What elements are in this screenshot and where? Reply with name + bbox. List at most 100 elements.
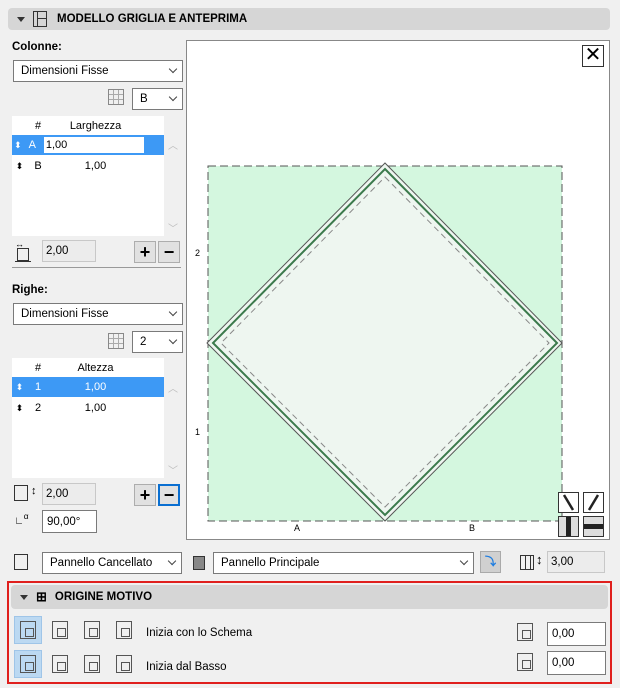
scroll-down-icon[interactable]: ﹀: [168, 462, 178, 477]
origin-mid-low-icon: [52, 655, 68, 673]
drag-handle-icon[interactable]: ⬍: [12, 403, 27, 414]
collapse-triangle-icon[interactable]: [17, 16, 25, 22]
total-width-field: 2,00: [42, 240, 96, 262]
add-row-button[interactable]: +: [134, 484, 156, 506]
scroll-up-icon[interactable]: ︿: [168, 380, 178, 395]
rows-count-value: 2: [140, 336, 147, 348]
divider: [12, 267, 181, 268]
origin-section: ⊞ ORIGINE MOTIVO Inizia con lo Schema In…: [7, 581, 612, 684]
table-row[interactable]: ⬍ B 1,00: [12, 156, 164, 176]
chevron-down-icon: [168, 335, 178, 345]
width-input[interactable]: 1,00: [42, 136, 145, 154]
preview-drawing: [206, 162, 563, 522]
origin-top-button[interactable]: [110, 650, 138, 678]
remove-column-button[interactable]: −: [158, 241, 180, 263]
row-id: 1: [34, 381, 42, 393]
origin-left-icon: [20, 621, 36, 639]
scroll-up-icon[interactable]: ︿: [168, 137, 178, 152]
x-offset-input[interactable]: 0,00: [547, 622, 606, 646]
columns-mode-select[interactable]: Dimensioni Fisse: [13, 60, 183, 82]
origin-center-left-icon: [52, 621, 68, 639]
start-with-pattern-buttons: [14, 616, 138, 644]
header-width: Larghezza: [69, 120, 122, 132]
origin-right-icon: [116, 621, 132, 639]
table-header: # Altezza: [12, 358, 164, 378]
row-label: 1: [195, 427, 201, 437]
table-header: # Larghezza: [12, 116, 164, 136]
drag-handle-icon[interactable]: ⬍: [12, 382, 27, 393]
chevron-down-icon: [168, 92, 178, 102]
origin-center-left-button[interactable]: [46, 616, 74, 644]
collapse-triangle-icon[interactable]: [20, 594, 28, 600]
total-height-icon: ↕: [14, 485, 37, 501]
drag-handle-icon[interactable]: ⬍: [12, 140, 24, 151]
columns-table: # Larghezza ⬍ A 1,00 ⬍ B 1,00: [12, 116, 164, 236]
columns-mode-value: Dimensioni Fisse: [21, 65, 109, 77]
close-preview-icon[interactable]: ✕: [582, 45, 604, 67]
total-height-field: 2,00: [42, 483, 96, 505]
table-row[interactable]: ⬍ 2 1,00: [12, 398, 164, 418]
grid-preview: ✕ 2 1 A B: [186, 40, 610, 540]
backslash-pattern-icon[interactable]: [558, 492, 579, 513]
row-value: 1,00: [84, 160, 107, 172]
columns-grid-icon: [108, 89, 124, 105]
grid-template-icon: [33, 11, 47, 27]
row-id: A: [28, 139, 36, 151]
scroll-down-icon[interactable]: ﹀: [168, 220, 178, 235]
slash-pattern-icon[interactable]: [583, 492, 604, 513]
panel-height-icon: [520, 555, 534, 570]
row-label: 2: [195, 248, 201, 258]
section-header-origin[interactable]: ⊞ ORIGINE MOTIVO: [11, 585, 608, 609]
columns-count-select[interactable]: B: [132, 88, 183, 110]
columns-count-value: B: [140, 93, 148, 105]
start-from-bottom-label: Inizia dal Basso: [146, 661, 227, 673]
header-height: Altezza: [77, 362, 114, 374]
row-value: 1,00: [84, 402, 107, 414]
origin-move-icon: ⊞: [36, 589, 47, 604]
y-offset-input[interactable]: 0,00: [547, 651, 606, 675]
horizontal-pattern-icon[interactable]: [583, 516, 604, 537]
header-hash: #: [34, 120, 42, 132]
remove-row-button[interactable]: −: [158, 484, 180, 506]
chevron-down-icon: [168, 64, 178, 74]
x-offset-icon: [517, 623, 533, 641]
table-row[interactable]: ⬍ 1 1,00: [12, 377, 164, 397]
origin-left-button[interactable]: [14, 616, 42, 644]
row-id: 2: [34, 402, 42, 414]
row-value: 1,00: [84, 381, 107, 393]
total-width-icon: ↔: [15, 240, 31, 262]
rows-grid-icon: [108, 333, 124, 349]
panel-type-select[interactable]: Pannello Cancellato: [42, 552, 182, 574]
start-from-bottom-buttons: [14, 650, 138, 678]
vertical-pattern-icon[interactable]: [558, 516, 579, 537]
origin-mid-button[interactable]: [78, 650, 106, 678]
start-with-pattern-label: Inizia con lo Schema: [146, 627, 253, 639]
origin-center-button[interactable]: [78, 616, 106, 644]
origin-mid-icon: [84, 655, 100, 673]
vertical-arrow-icon: ↕: [536, 552, 543, 567]
origin-bottom-button[interactable]: [14, 650, 42, 678]
panel-main-value: Pannello Principale: [221, 557, 320, 569]
rows-table: # Altezza ⬍ 1 1,00 ⬍ 2 1,00: [12, 358, 164, 478]
panel-type-value: Pannello Cancellato: [50, 557, 153, 569]
panel-icon: [14, 554, 28, 570]
header-hash: #: [34, 362, 42, 374]
rows-count-select[interactable]: 2: [132, 331, 183, 353]
columns-label: Colonne:: [12, 41, 62, 53]
section-title: ORIGINE MOTIVO: [54, 591, 153, 603]
section-title: MODELLO GRIGLIA E ANTEPRIMA: [57, 13, 248, 25]
add-column-button[interactable]: +: [134, 241, 156, 263]
y-offset-icon: [517, 653, 533, 671]
drag-handle-icon[interactable]: ⬍: [12, 161, 27, 172]
table-row[interactable]: ⬍ A 1,00: [12, 135, 164, 155]
rows-mode-select[interactable]: Dimensioni Fisse: [13, 303, 183, 325]
origin-mid-low-button[interactable]: [46, 650, 74, 678]
section-header-grid-model[interactable]: MODELLO GRIGLIA E ANTEPRIMA: [8, 8, 610, 30]
rows-label: Righe:: [12, 284, 48, 296]
origin-top-icon: [116, 655, 132, 673]
apply-panel-button[interactable]: ⤵: [480, 551, 501, 573]
panel-main-select[interactable]: Pannello Principale: [213, 552, 474, 574]
angle-input[interactable]: 90,00°: [42, 510, 97, 533]
col-label: B: [469, 523, 476, 533]
origin-right-button[interactable]: [110, 616, 138, 644]
